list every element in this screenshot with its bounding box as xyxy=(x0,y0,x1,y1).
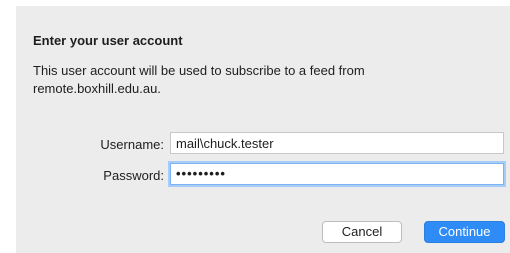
username-label: Username: xyxy=(100,137,164,152)
dialog-title: Enter your user account xyxy=(33,33,183,48)
username-field[interactable]: mail\chuck.tester xyxy=(170,132,504,154)
password-label: Password: xyxy=(103,168,164,183)
continue-button[interactable]: Continue xyxy=(424,221,505,243)
account-dialog: Enter your user account This user accoun… xyxy=(16,6,510,253)
password-field[interactable]: ••••••••• xyxy=(170,163,504,185)
cancel-button[interactable]: Cancel xyxy=(322,221,402,243)
dialog-message: This user account will be used to subscr… xyxy=(33,63,365,96)
